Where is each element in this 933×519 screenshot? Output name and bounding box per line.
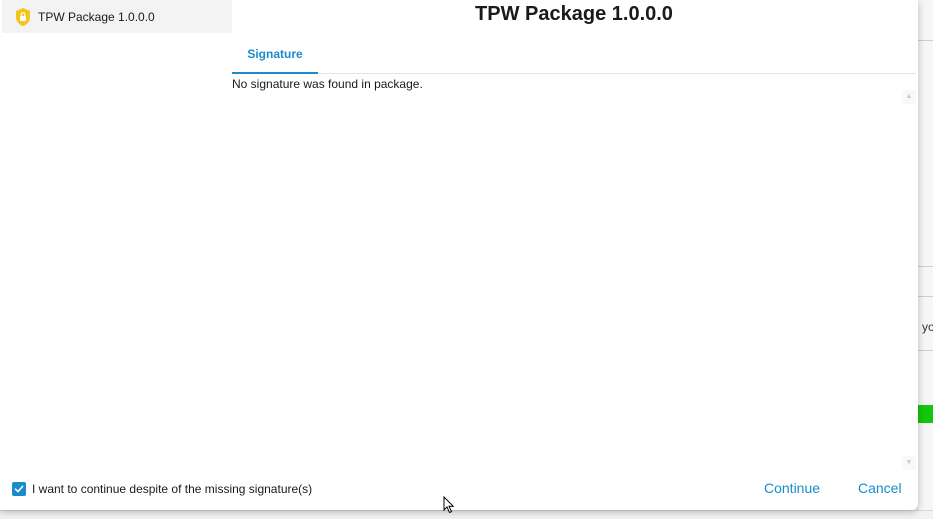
package-list-item-label: TPW Package 1.0.0.0 <box>38 9 155 24</box>
shield-lock-icon <box>14 7 32 27</box>
continue-despite-missing-checkbox[interactable] <box>12 482 26 496</box>
dialog-footer: I want to continue despite of the missin… <box>0 476 918 504</box>
checkmark-icon <box>14 485 24 493</box>
package-list: TPW Package 1.0.0.0 <box>0 0 232 470</box>
background-divider <box>917 266 933 267</box>
background-divider <box>917 296 933 297</box>
background-partial-text: yo <box>922 320 933 334</box>
background-window-strip <box>917 0 933 519</box>
scroll-up-icon[interactable]: ▲ <box>902 90 916 104</box>
signature-dialog: TPW Package 1.0.0.0 TPW Package 1.0.0.0 … <box>0 0 918 510</box>
signature-content: No signature was found in package. ▲ ▼ <box>232 76 916 470</box>
checkbox-label: I want to continue despite of the missin… <box>32 482 313 496</box>
content-scrollbar[interactable]: ▲ ▼ <box>902 90 916 470</box>
package-list-item[interactable]: TPW Package 1.0.0.0 <box>2 0 232 33</box>
scroll-down-icon[interactable]: ▼ <box>902 456 916 470</box>
mouse-pointer-icon <box>443 496 455 514</box>
background-divider <box>917 350 933 351</box>
dialog-title: TPW Package 1.0.0.0 <box>475 3 673 25</box>
background-bottom-strip <box>0 510 933 519</box>
continue-button[interactable]: Continue <box>764 480 820 496</box>
tab-bar: Signature <box>232 36 916 74</box>
no-signature-message: No signature was found in package. <box>232 77 423 91</box>
background-divider <box>917 40 933 41</box>
cancel-button[interactable]: Cancel <box>858 480 902 496</box>
background-status-bar <box>918 405 933 423</box>
tab-signature[interactable]: Signature <box>232 36 318 74</box>
